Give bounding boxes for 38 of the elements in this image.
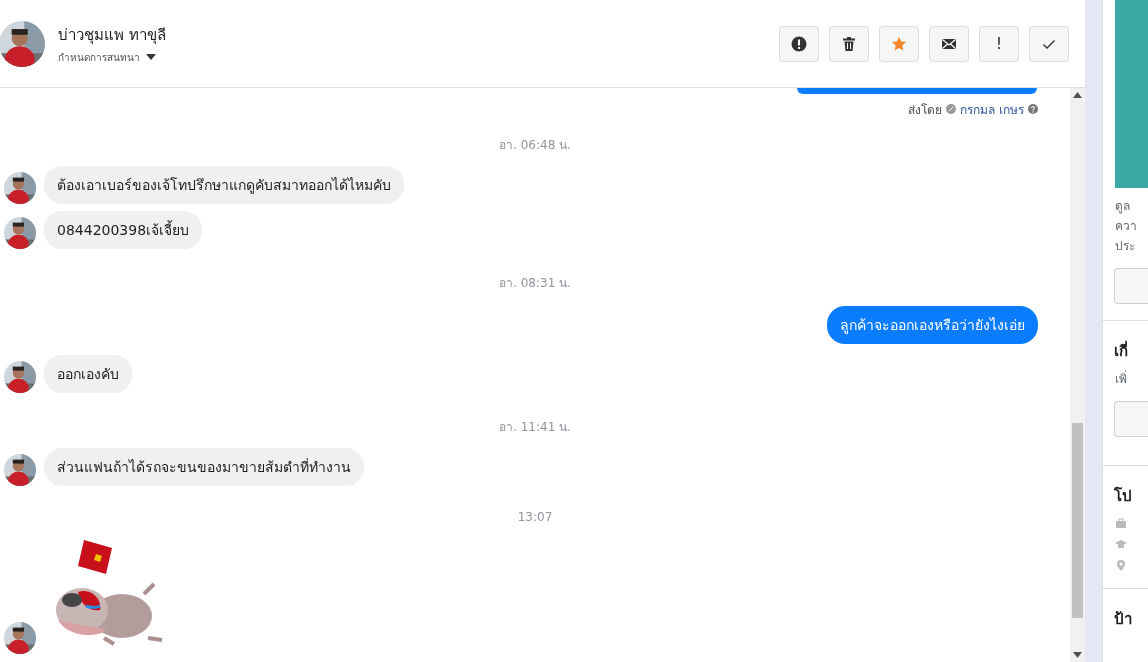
timestamp: อา. 11:41 น.: [499, 418, 571, 436]
panel-text: เพิ่: [1114, 369, 1128, 388]
help-icon[interactable]: [1028, 104, 1038, 115]
pin-icon: [1115, 559, 1127, 571]
section-title: ป้า: [1113, 609, 1133, 630]
trash-icon: [841, 35, 857, 52]
mail-button[interactable]: [929, 25, 969, 62]
contact-name: บ่าวชุมแพ ทาขุลี: [58, 24, 166, 47]
timestamp: อา. 06:48 น.: [499, 136, 571, 154]
panel-text: ประ: [1114, 238, 1136, 255]
agent-link[interactable]: กรกมล เกษร: [960, 99, 1024, 119]
alert-icon: [791, 35, 807, 52]
timestamp: อา. 08:31 น.: [499, 275, 571, 293]
conversation-menu[interactable]: กำหนดการสนทนา: [58, 49, 156, 65]
scrollbar[interactable]: [1070, 88, 1085, 662]
star-button[interactable]: [879, 25, 919, 62]
cap-icon: [1115, 538, 1127, 550]
star-icon: [891, 35, 907, 52]
briefcase-icon: [1115, 517, 1127, 529]
section-title: โป: [1113, 486, 1133, 507]
sent-by-label: ส่งโดย: [908, 101, 943, 119]
scroll-down-icon[interactable]: [1073, 652, 1082, 658]
caret-icon: [146, 54, 156, 60]
panel-text: ควา: [1114, 218, 1138, 235]
received-message: ออกเองคับ: [44, 354, 132, 393]
trash-button[interactable]: [829, 25, 869, 62]
timestamp: 13:07: [517, 510, 553, 525]
verified-icon: [946, 104, 957, 115]
section-title: เกี่: [1113, 339, 1129, 362]
alert-icon-button[interactable]: [779, 25, 819, 62]
received-message: 0844200398เจ้เจี้ยบ: [44, 211, 203, 250]
sent-message: ลูกค้าจะออกเองหรือว่ายังไงเอ่ย: [827, 306, 1038, 345]
received-message: ต้องเอาเบอร์ของเจ้โทปรึกษาแกดูคับสมาทออกได้ไหมคับ: [44, 166, 404, 205]
exclamation-button[interactable]: !: [979, 25, 1019, 62]
panel-text: ดูล: [1114, 198, 1131, 216]
received-message: ส่วนแฟนถ้าได้รถจะขนของมาขายส้มตำที่ทำงาน: [44, 448, 364, 487]
check-button[interactable]: [1029, 25, 1069, 62]
scroll-up-icon[interactable]: [1073, 92, 1082, 98]
